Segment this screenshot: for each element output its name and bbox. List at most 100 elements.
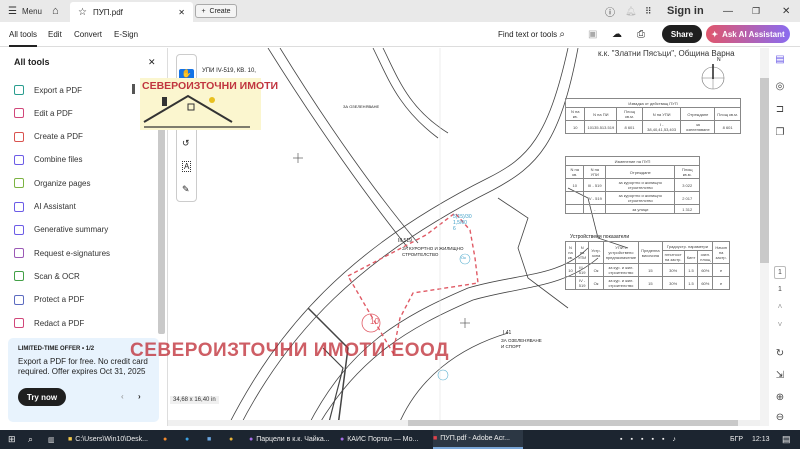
- agency-logo: СЕВЕРОИЗТОЧНИ ИМОТИ: [140, 78, 278, 130]
- close-window-button[interactable]: ✕: [782, 0, 790, 22]
- tool-export-a-pdf[interactable]: Export a PDF: [14, 82, 82, 98]
- upload-cloud-icon[interactable]: ☁: [612, 22, 622, 47]
- plot-use: ЗА КУРОРТНО И ЖИЛИЩНО СТРОИТЕЛСТВО: [402, 246, 464, 257]
- chrome-icon[interactable]: ●: [229, 430, 233, 449]
- tab-all-tools[interactable]: All tools: [9, 22, 38, 47]
- close-tab-icon[interactable]: ✕: [178, 8, 185, 17]
- generative-summary-icon[interactable]: ▤: [774, 54, 786, 65]
- zone-params: 5(15)/30 1,5/60 6: [453, 214, 472, 232]
- tool-ai-assistant[interactable]: AI Assistant: [14, 199, 76, 215]
- try-now-button[interactable]: Try now: [18, 388, 66, 406]
- minimize-button[interactable]: —: [723, 0, 733, 22]
- maximize-button[interactable]: ❐: [752, 0, 760, 22]
- comment-icon[interactable]: ◎: [774, 81, 786, 92]
- house-logo-icon: [143, 94, 250, 128]
- tab-edit[interactable]: Edit: [48, 22, 62, 47]
- close-panel-icon[interactable]: ✕: [148, 57, 156, 68]
- clock[interactable]: 12:13: [752, 430, 770, 449]
- prev-page-button[interactable]: ˄: [774, 302, 786, 311]
- horizontal-scrollbar[interactable]: [168, 420, 760, 426]
- tool-label: Export a PDF: [34, 85, 83, 95]
- tool-redact-a-pdf[interactable]: Redact a PDF: [14, 315, 84, 331]
- sign-tool-icon[interactable]: ✎: [182, 184, 190, 195]
- tool-generative-summary[interactable]: Generative summary: [14, 222, 108, 238]
- rotate-icon[interactable]: ↻: [774, 348, 786, 359]
- ask-ai-label: Ask AI Assistant: [722, 29, 785, 39]
- language-indicator[interactable]: БГР: [730, 430, 743, 449]
- tool-scan-ocr[interactable]: Scan & OCR: [14, 268, 80, 284]
- tool-protect-a-pdf[interactable]: Protect a PDF: [14, 292, 84, 308]
- tool-label: Create a PDF: [34, 132, 83, 142]
- next-page-button[interactable]: ˅: [774, 320, 786, 329]
- tool-label: Protect a PDF: [34, 295, 85, 305]
- ai-assistant-icon: ✦: [711, 29, 719, 39]
- taskbar-acrobat[interactable]: ■ ПУП.pdf - Adobe Acr...: [433, 430, 523, 449]
- start-button[interactable]: ⊞: [8, 430, 16, 449]
- green-use: ЗА ОЗЕЛЕНЯВАНЕ И СПОРТ: [501, 338, 542, 349]
- taskbar-label: КАИС Портал — Мо...: [347, 436, 419, 443]
- zoom-out-icon[interactable]: ⊖: [774, 412, 786, 423]
- edge-icon[interactable]: ●: [185, 430, 189, 449]
- task-view-icon[interactable]: ▥: [48, 430, 55, 449]
- table-development-indicators: N на кв. N на УПИ Устр. зона УПИ с устройст…: [565, 241, 730, 290]
- toolbar: All tools Edit Convert E-Sign Find text …: [0, 22, 800, 47]
- apps-icon[interactable]: ⠿: [645, 0, 652, 22]
- create-button[interactable]: + Create: [195, 4, 237, 18]
- help-icon[interactable]: ⓘ: [605, 0, 615, 22]
- star-icon[interactable]: ☆: [78, 7, 87, 18]
- tool-combine-files[interactable]: Combine files: [14, 152, 82, 168]
- bookmark-icon[interactable]: ⊐: [774, 104, 786, 115]
- text-box-icon[interactable]: A: [182, 161, 192, 172]
- notifications-icon[interactable]: ▤: [782, 430, 791, 449]
- green-label: I 41: [503, 330, 512, 336]
- tool-create-a-pdf[interactable]: Create a PDF: [14, 129, 83, 145]
- draw-tool-icon[interactable]: ↺: [182, 138, 190, 149]
- bell-icon[interactable]: 🔔︎: [625, 0, 636, 22]
- tab-document[interactable]: ☆ ПУП.pdf ✕: [70, 2, 193, 22]
- find-button[interactable]: Find text or tools ⌕: [498, 22, 565, 47]
- find-label: Find text or tools: [498, 30, 558, 39]
- tool-icon: [14, 131, 24, 142]
- ask-ai-button[interactable]: ✦ Ask AI Assistant: [706, 25, 790, 43]
- zoom-in-icon[interactable]: ⊕: [774, 392, 786, 403]
- table3-title: Устройствени показатели: [570, 234, 630, 240]
- print-icon[interactable]: ⎙: [637, 22, 645, 47]
- tool-icon: [14, 294, 24, 305]
- home-icon[interactable]: ⌂: [52, 0, 59, 22]
- taskbar-firefox-1[interactable]: ● Парцели в к.к. Чайка...: [249, 430, 337, 449]
- tool-edit-a-pdf[interactable]: Edit a PDF: [14, 105, 73, 121]
- tab-convert[interactable]: Convert: [74, 22, 102, 47]
- taskbar-firefox-2[interactable]: ● КАИС Портал — Мо...: [340, 430, 430, 449]
- green-top-label: ЗА ОЗЕЛЕНЯВАНЕ: [343, 104, 380, 109]
- prev-offer-icon[interactable]: ‹: [121, 392, 124, 401]
- menu-button[interactable]: ☰ Menu: [8, 0, 42, 22]
- folder-icon: ■: [68, 436, 73, 443]
- fit-page-icon[interactable]: ⇲: [774, 370, 786, 381]
- tool-label: Combine files: [34, 155, 83, 165]
- save-icon[interactable]: ▣: [588, 22, 597, 47]
- vertical-scrollbar[interactable]: [760, 48, 769, 426]
- search-icon[interactable]: ⌕: [28, 430, 33, 449]
- tool-organize-pages[interactable]: Organize pages: [14, 175, 90, 191]
- taskbar-explorer[interactable]: ■ C:\Users\Win10\Desk...: [68, 430, 158, 449]
- system-tray[interactable]: ▪ ▪ ▪ ▪ ▪ ♪: [620, 430, 676, 449]
- tab-e-sign[interactable]: E-Sign: [114, 22, 138, 47]
- tool-request-e-signatures[interactable]: Request e-signatures: [14, 245, 110, 261]
- app-icon[interactable]: ■: [207, 430, 211, 449]
- watermark: СЕВЕРОИЗТОЧНИ ИМОТИ ЕООД: [130, 340, 450, 361]
- tool-label: AI Assistant: [34, 202, 76, 211]
- title-bar: ☰ Menu ⌂ ☆ ПУП.pdf ✕ + Create ⓘ 🔔︎ ⠿ Sign …: [0, 0, 800, 22]
- pages-icon[interactable]: ❐: [774, 127, 786, 138]
- tool-label: Organize pages: [34, 178, 91, 188]
- right-rail: ▤ ◎ ⊐ ❐ 1 1 ˄ ˅ ↻ ⇲ ⊕ ⊖: [760, 48, 800, 426]
- sign-in-button[interactable]: Sign in: [667, 0, 704, 22]
- tab-title: ПУП.pdf: [92, 7, 123, 17]
- tool-icon: [14, 154, 24, 165]
- firefox-icon[interactable]: ●: [163, 430, 167, 449]
- tool-label: Request e-signatures: [34, 248, 111, 258]
- top-left-text: УПИ IV-519, КВ. 10,: [202, 68, 256, 74]
- next-offer-icon[interactable]: ›: [138, 392, 141, 401]
- page-number-input[interactable]: 1: [774, 266, 786, 279]
- taskbar-label: Парцели в к.к. Чайка...: [256, 436, 330, 443]
- share-button[interactable]: Share: [662, 25, 702, 43]
